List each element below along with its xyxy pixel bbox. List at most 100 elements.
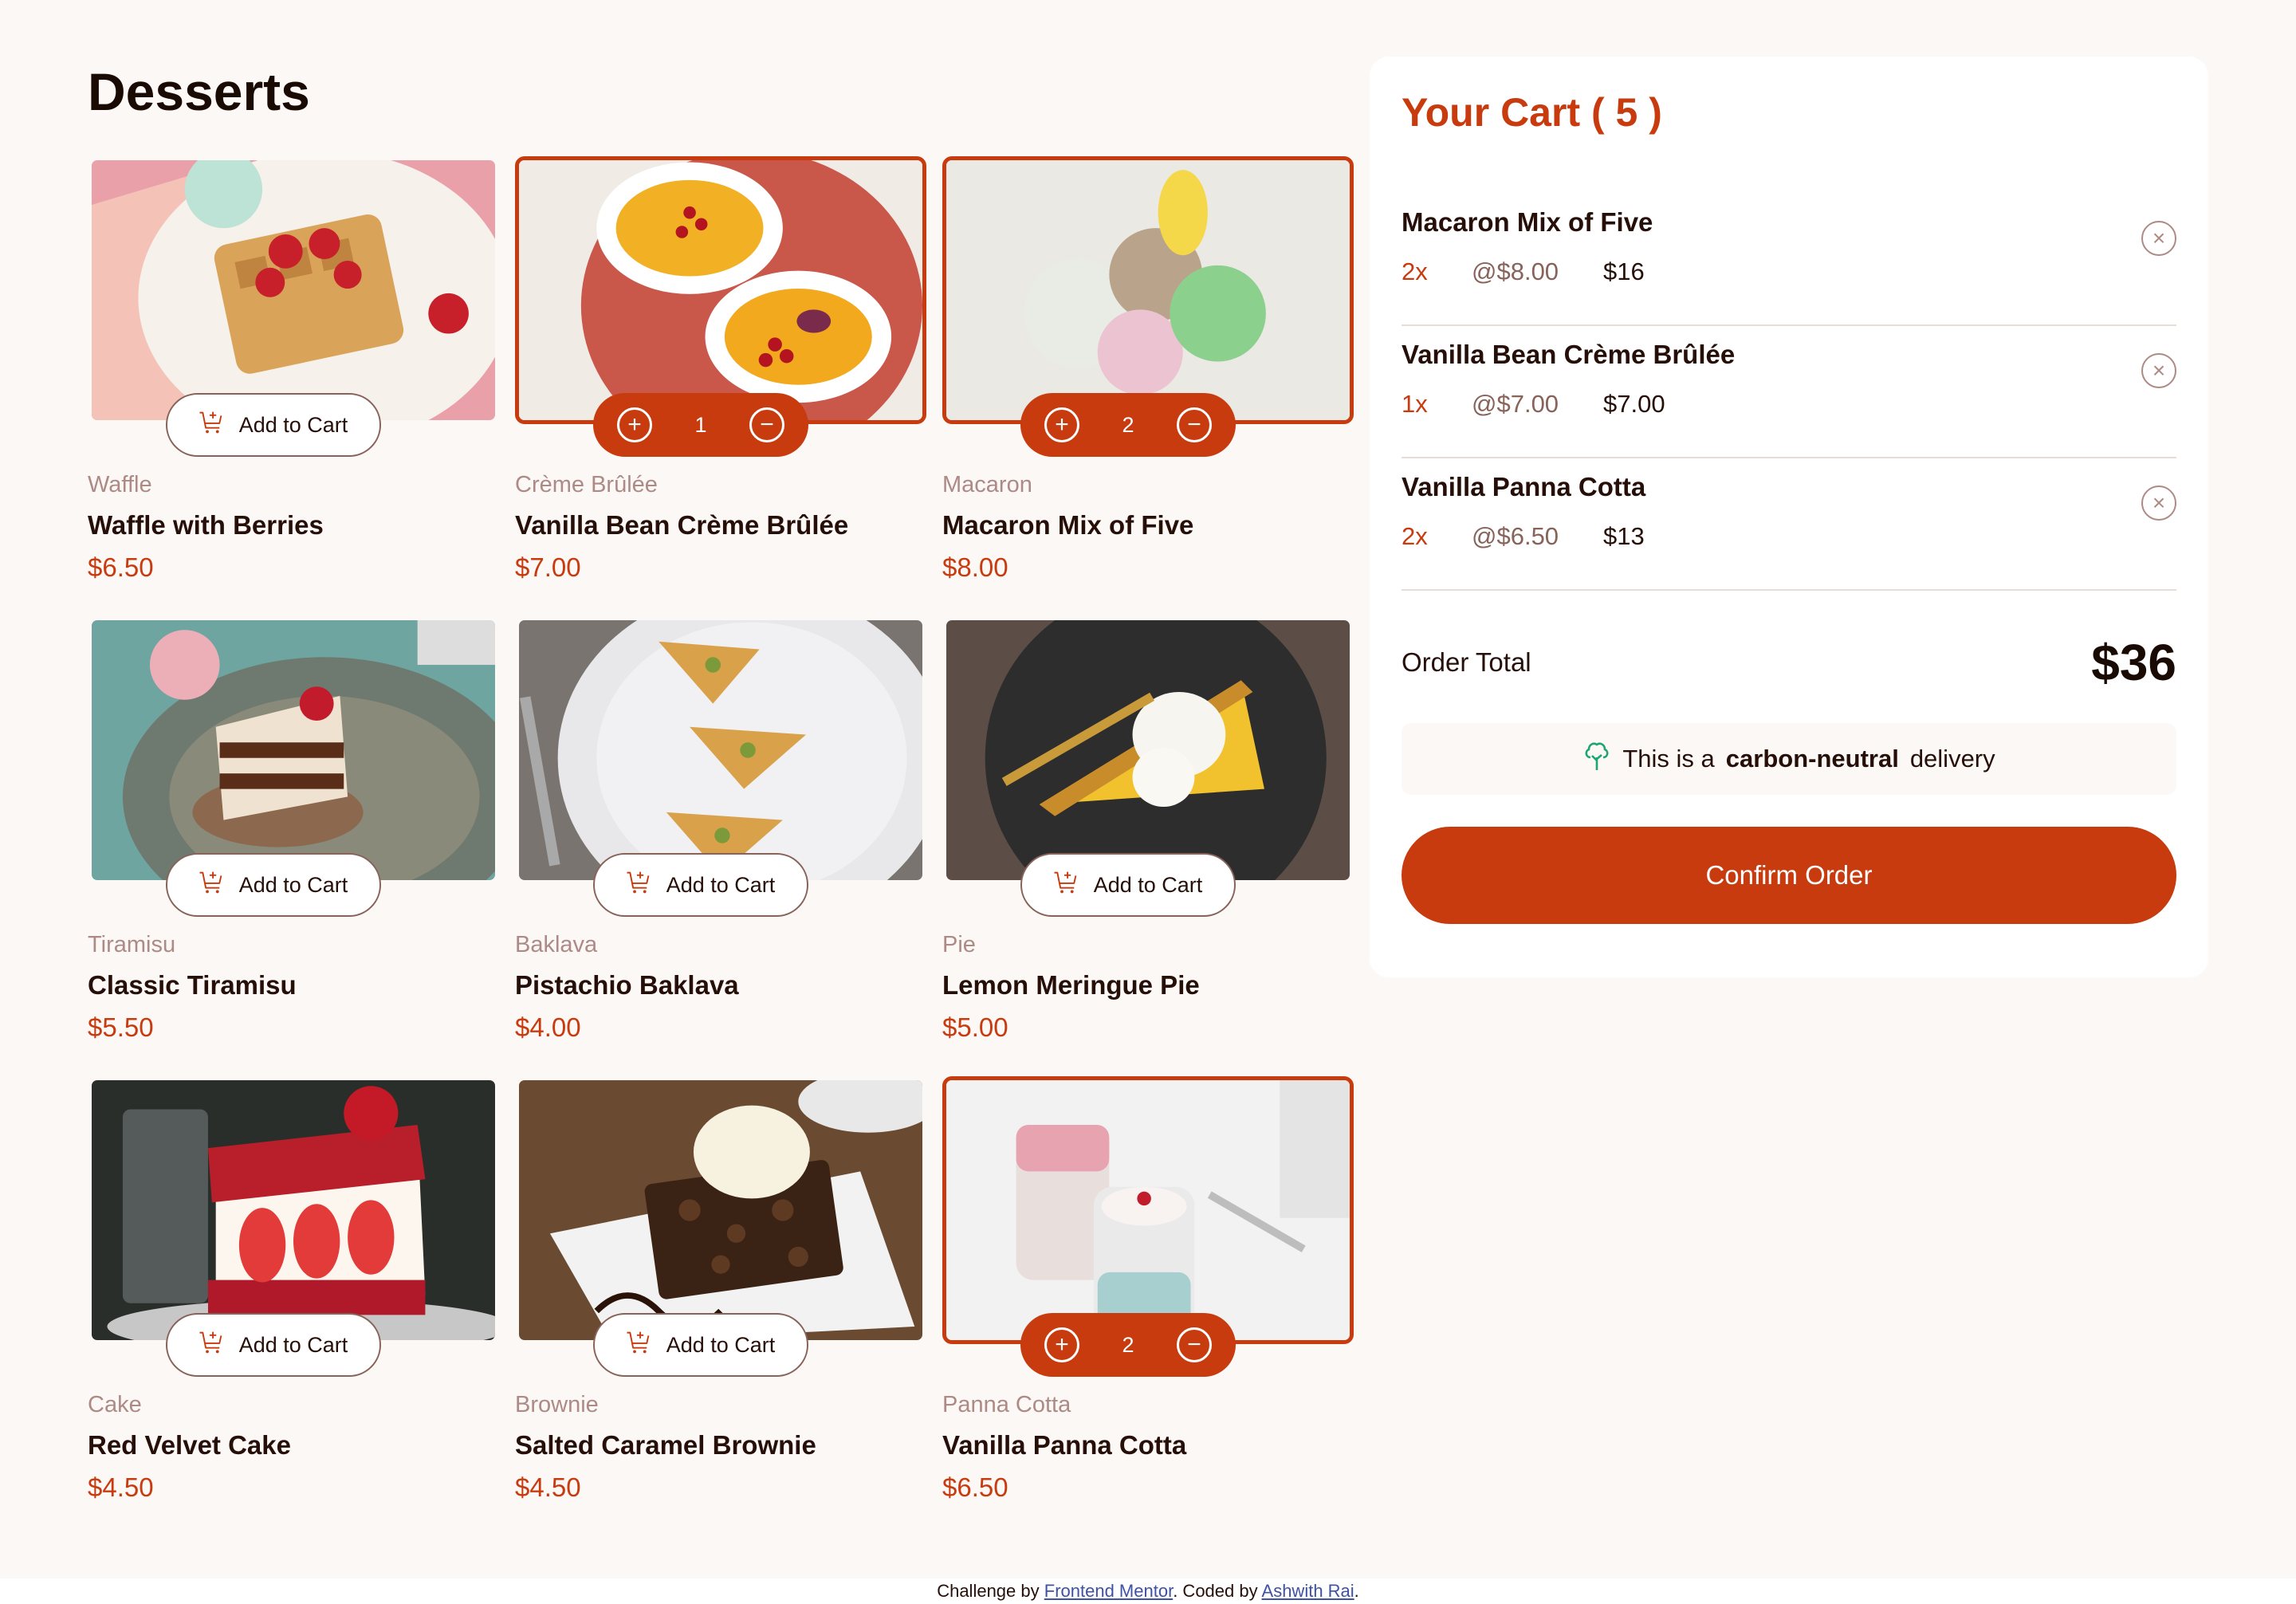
product-image bbox=[88, 156, 499, 424]
cart-items: Macaron Mix of Five 2x @$8.00 $16 × Vani… bbox=[1402, 194, 2176, 591]
add-to-cart-button[interactable]: Add to Cart bbox=[1020, 853, 1236, 917]
remove-item-icon[interactable]: × bbox=[2141, 221, 2176, 256]
add-to-cart-icon bbox=[1054, 870, 1079, 901]
cart-title: Your Cart ( 5 ) bbox=[1402, 90, 1662, 135]
footer-text-mid: . Coded by bbox=[1173, 1581, 1258, 1601]
product-name: Macaron Mix of Five bbox=[942, 510, 1194, 540]
carbon-neutral-note: This is a carbon-neutral delivery bbox=[1402, 723, 2176, 795]
add-to-cart-label: Add to Cart bbox=[1093, 872, 1203, 897]
attribution-footer: Challenge by Frontend Mentor. Coded by A… bbox=[0, 1578, 2296, 1604]
product-name: Vanilla Bean Crème Brûlée bbox=[515, 510, 849, 540]
cart-item-total: $13 bbox=[1603, 522, 1645, 550]
cart-item: Vanilla Panna Cotta 2x @$6.50 $13 × bbox=[1402, 458, 2176, 591]
increment-icon[interactable]: + bbox=[617, 407, 652, 442]
cart-item-details: 2x @$6.50 $13 bbox=[1402, 521, 2176, 552]
add-to-cart-icon bbox=[627, 1330, 652, 1361]
cart-item-name: Vanilla Panna Cotta bbox=[1402, 472, 1646, 501]
quantity-value: 2 bbox=[1122, 412, 1134, 437]
add-to-cart-icon bbox=[199, 410, 225, 441]
remove-item-icon[interactable]: × bbox=[2141, 353, 2176, 388]
remove-item-icon[interactable]: × bbox=[2141, 486, 2176, 521]
add-to-cart-button[interactable]: Add to Cart bbox=[166, 1313, 381, 1377]
order-total-row: Order Total $36 bbox=[1402, 631, 2176, 694]
product-card: Add to Cart Tiramisu Classic Tiramisu $5… bbox=[88, 616, 499, 1076]
product-card: + 2 − Macaron Macaron Mix of Five $8.00 bbox=[942, 156, 1354, 616]
product-price: $6.50 bbox=[88, 552, 154, 582]
product-meta: Macaron Macaron Mix of Five $8.00 bbox=[942, 470, 1193, 584]
product-image bbox=[515, 156, 926, 424]
page-title: Desserts bbox=[88, 62, 310, 121]
add-to-cart-icon bbox=[199, 870, 225, 901]
product-price: $5.50 bbox=[88, 1012, 154, 1042]
cart-item-details: 1x @$7.00 $7.00 bbox=[1402, 388, 2176, 420]
footer-text-post: . bbox=[1354, 1581, 1359, 1601]
product-card: Add to Cart Baklava Pistachio Baklava $4… bbox=[515, 616, 926, 1076]
product-meta: Brownie Salted Caramel Brownie $4.50 bbox=[515, 1390, 816, 1504]
add-to-cart-label: Add to Cart bbox=[666, 1332, 776, 1357]
cart-item-qty: 2x bbox=[1402, 258, 1428, 285]
cart-item-name: Vanilla Bean Crème Brûlée bbox=[1402, 340, 1736, 369]
author-link[interactable]: Ashwith Rai bbox=[1262, 1581, 1354, 1601]
carbon-text-bold: carbon-neutral bbox=[1725, 745, 1899, 773]
quantity-stepper: + 1 − bbox=[593, 393, 808, 457]
add-to-cart-icon bbox=[627, 870, 652, 901]
add-to-cart-label: Add to Cart bbox=[238, 412, 348, 437]
product-card: Add to Cart Brownie Salted Caramel Brown… bbox=[515, 1076, 926, 1536]
cart-panel: Your Cart ( 5 ) Macaron Mix of Five 2x @… bbox=[1370, 57, 2208, 977]
confirm-order-button[interactable]: Confirm Order bbox=[1402, 827, 2176, 924]
product-price: $8.00 bbox=[942, 552, 1008, 582]
decrement-icon[interactable]: − bbox=[1177, 407, 1212, 442]
product-meta: Tiramisu Classic Tiramisu $5.50 bbox=[88, 930, 297, 1044]
increment-icon[interactable]: + bbox=[1044, 407, 1079, 442]
decrement-icon[interactable]: − bbox=[1177, 1327, 1212, 1362]
add-to-cart-button[interactable]: Add to Cart bbox=[593, 1313, 808, 1377]
product-image bbox=[942, 1076, 1354, 1344]
cart-item-details: 2x @$8.00 $16 bbox=[1402, 256, 2176, 288]
product-price: $7.00 bbox=[515, 552, 581, 582]
product-meta: Waffle Waffle with Berries $6.50 bbox=[88, 470, 324, 584]
product-image bbox=[88, 1076, 499, 1344]
product-card: Add to Cart Waffle Waffle with Berries $… bbox=[88, 156, 499, 616]
carbon-text-post: delivery bbox=[1909, 745, 1995, 773]
carbon-text-pre: This is a bbox=[1622, 745, 1715, 773]
cart-item: Macaron Mix of Five 2x @$8.00 $16 × bbox=[1402, 194, 2176, 326]
add-to-cart-label: Add to Cart bbox=[666, 872, 776, 897]
product-name: Waffle with Berries bbox=[88, 510, 324, 540]
product-category: Baklava bbox=[515, 932, 598, 957]
product-price: $6.50 bbox=[942, 1472, 1008, 1502]
product-category: Waffle bbox=[88, 472, 152, 497]
cart-item-qty: 2x bbox=[1402, 522, 1428, 550]
product-list-section: Desserts Add to Cart Waffle Waffle with … bbox=[88, 56, 1355, 1536]
product-meta: Cake Red Velvet Cake $4.50 bbox=[88, 1390, 291, 1504]
order-total-label: Order Total bbox=[1402, 647, 1531, 677]
add-to-cart-button[interactable]: Add to Cart bbox=[166, 393, 381, 457]
product-name: Pistachio Baklava bbox=[515, 970, 739, 1000]
product-price: $4.00 bbox=[515, 1012, 581, 1042]
product-category: Cake bbox=[88, 1392, 142, 1417]
cart-item: Vanilla Bean Crème Brûlée 1x @$7.00 $7.0… bbox=[1402, 326, 2176, 458]
order-total-value: $36 bbox=[2091, 634, 2176, 691]
add-to-cart-icon bbox=[199, 1330, 225, 1361]
add-to-cart-button[interactable]: Add to Cart bbox=[166, 853, 381, 917]
product-category: Brownie bbox=[515, 1392, 599, 1417]
product-category: Macaron bbox=[942, 472, 1032, 497]
cart-item-total: $7.00 bbox=[1603, 390, 1665, 418]
quantity-value: 1 bbox=[694, 412, 707, 437]
product-meta: Crème Brûlée Vanilla Bean Crème Brûlée $… bbox=[515, 470, 848, 584]
product-price: $4.50 bbox=[515, 1472, 581, 1502]
product-name: Vanilla Panna Cotta bbox=[942, 1430, 1187, 1460]
product-price: $5.00 bbox=[942, 1012, 1008, 1042]
add-to-cart-label: Add to Cart bbox=[238, 1332, 348, 1357]
cart-item-qty: 1x bbox=[1402, 390, 1428, 418]
quantity-stepper: + 2 − bbox=[1020, 1313, 1236, 1377]
increment-icon[interactable]: + bbox=[1044, 1327, 1079, 1362]
add-to-cart-label: Add to Cart bbox=[238, 872, 348, 897]
product-card: + 1 − Crème Brûlée Vanilla Bean Crème Br… bbox=[515, 156, 926, 616]
product-name: Lemon Meringue Pie bbox=[942, 970, 1200, 1000]
product-category: Tiramisu bbox=[88, 932, 176, 957]
decrement-icon[interactable]: − bbox=[749, 407, 784, 442]
product-name: Salted Caramel Brownie bbox=[515, 1430, 816, 1460]
add-to-cart-button[interactable]: Add to Cart bbox=[593, 853, 808, 917]
frontend-mentor-link[interactable]: Frontend Mentor bbox=[1044, 1581, 1173, 1601]
product-image bbox=[942, 156, 1354, 424]
